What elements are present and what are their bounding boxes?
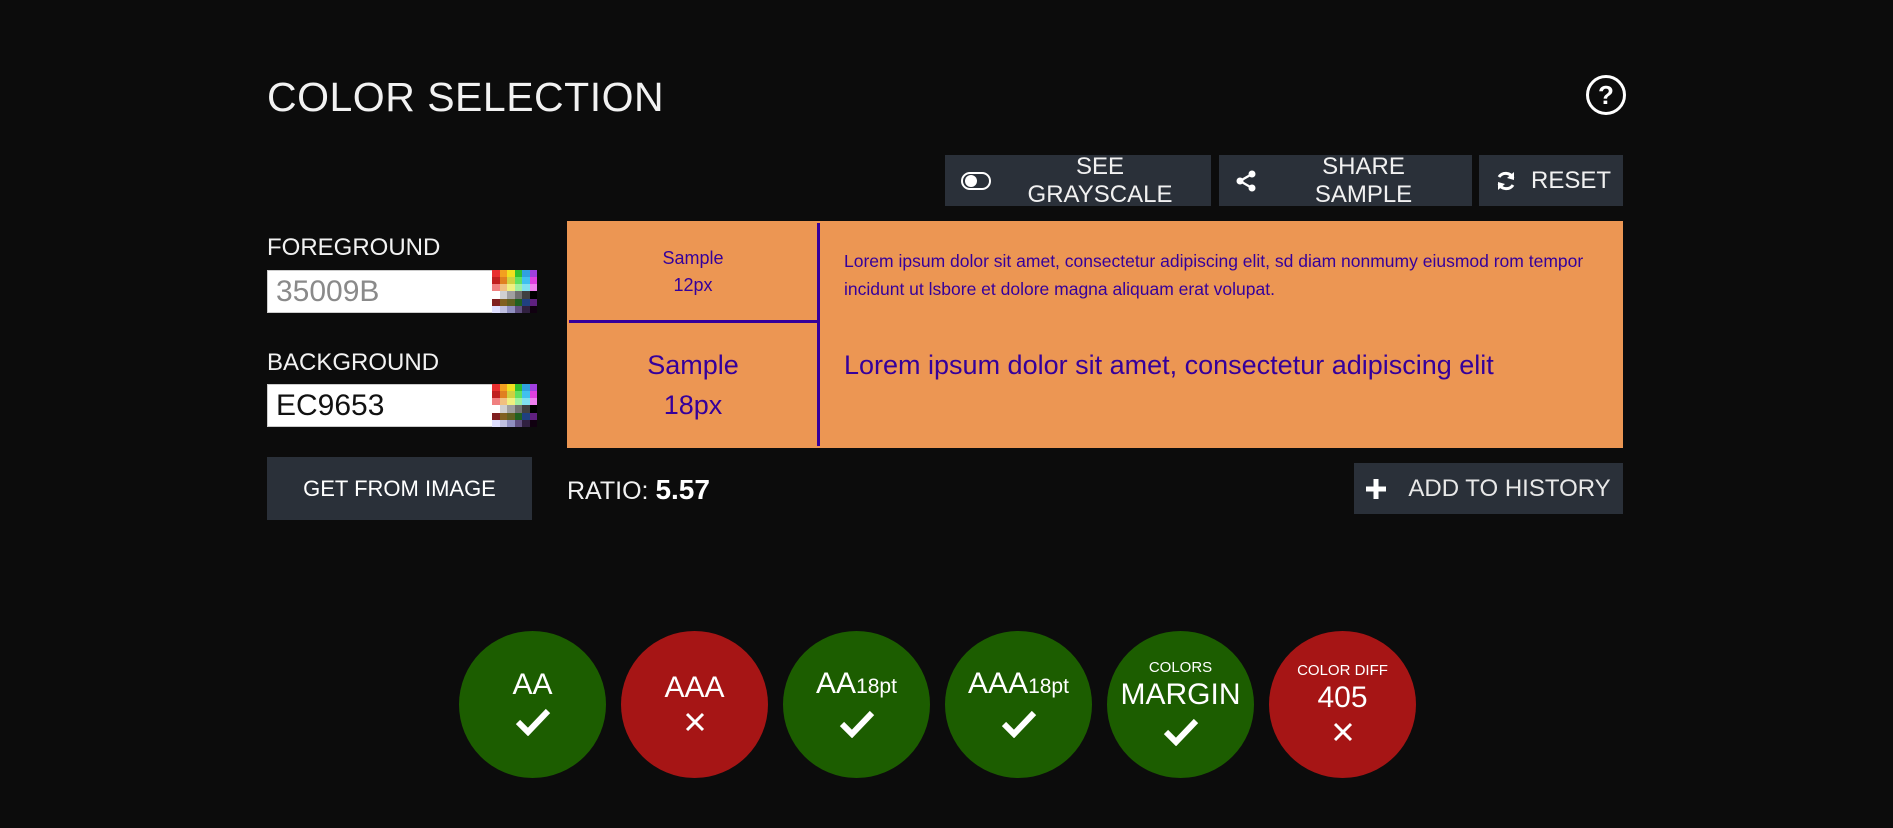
result-badge-title-text: 405 xyxy=(1317,680,1368,714)
foreground-input[interactable] xyxy=(267,270,493,313)
result-badge: AAA18pt xyxy=(945,631,1092,778)
result-badge-title-text: MARGIN xyxy=(1120,677,1241,711)
result-badge-title: MARGIN xyxy=(1121,678,1241,712)
sample-small-label-line2: 12px xyxy=(673,274,713,295)
question-circle-icon[interactable]: ? xyxy=(1586,75,1626,115)
background-palette-icon[interactable] xyxy=(492,384,537,427)
sample-small-label: Sample 12px xyxy=(569,223,820,323)
check-icon xyxy=(839,710,875,743)
sample-small-label-line1: Sample xyxy=(662,247,724,268)
background-input[interactable] xyxy=(267,384,493,427)
result-badge: AA18pt xyxy=(783,631,930,778)
cross-icon xyxy=(1332,721,1354,748)
sample-large-text: Lorem ipsum dolor sit amet, consectetur … xyxy=(844,350,1494,380)
result-badge-title-text: AA xyxy=(512,668,553,701)
result-badge-title-text: AA xyxy=(816,666,857,700)
foreground-palette-icon[interactable] xyxy=(492,270,537,313)
result-badge-title: AAA18pt xyxy=(968,667,1069,704)
check-icon xyxy=(1163,718,1199,751)
reset-label: RESET xyxy=(1531,166,1612,194)
result-badge-size: 18pt xyxy=(856,674,897,698)
foreground-label: FOREGROUND xyxy=(267,234,441,261)
share-sample-label: SHARE SAMPLE xyxy=(1314,152,1413,208)
see-grayscale-label: SEE GRAYSCALE xyxy=(1027,152,1173,208)
share-sample-button[interactable]: SHARE SAMPLE xyxy=(1219,152,1472,208)
sample-large-label-line2: 18px xyxy=(663,389,723,420)
ratio-value: 5.57 xyxy=(655,474,710,505)
refresh-icon xyxy=(1495,170,1517,192)
result-badge-title: AA xyxy=(512,668,552,702)
sample-large-label-line1: Sample xyxy=(647,349,739,380)
add-to-history-button[interactable]: ADD TO HISTORY xyxy=(1354,463,1623,514)
result-badge-caption: COLORS xyxy=(1148,658,1213,676)
sample-preview: Sample 12px Lorem ipsum dolor sit amet, … xyxy=(567,221,1623,448)
result-badge: AAA xyxy=(621,631,768,778)
cross-icon xyxy=(684,711,706,738)
add-to-history-label: ADD TO HISTORY xyxy=(1408,474,1611,502)
get-from-image-button[interactable]: GET FROM IMAGE xyxy=(267,457,532,520)
result-badge-title: AA18pt xyxy=(816,667,897,704)
result-badge-size: 18pt xyxy=(1028,674,1069,698)
background-label: BACKGROUND xyxy=(267,349,440,376)
result-badge-title: 405 xyxy=(1317,681,1367,715)
page-title: COLOR SELECTION xyxy=(267,74,665,120)
reset-button[interactable]: RESET xyxy=(1479,155,1623,206)
result-badge-title-text: AAA xyxy=(968,666,1029,700)
sample-small-text: Lorem ipsum dolor sit amet, consectetur … xyxy=(844,251,1584,299)
result-badge: COLOR DIFF 405 xyxy=(1269,631,1416,778)
sample-large-label: Sample 18px xyxy=(569,323,820,446)
ratio-display: RATIO: 5.57 xyxy=(567,474,710,506)
plus-icon xyxy=(1366,478,1387,499)
result-badge-title: AAA xyxy=(664,671,724,705)
ratio-label: RATIO: xyxy=(567,477,649,505)
result-badge: AA xyxy=(459,631,606,778)
result-badge: COLORS MARGIN xyxy=(1107,631,1254,778)
check-icon xyxy=(1001,710,1037,743)
toggle-icon xyxy=(961,171,991,190)
check-icon xyxy=(515,708,551,741)
result-badge-caption: COLOR DIFF xyxy=(1297,661,1388,679)
share-icon xyxy=(1235,170,1257,192)
see-grayscale-button[interactable]: SEE GRAYSCALE xyxy=(945,152,1211,208)
result-badge-title-text: AAA xyxy=(664,671,725,704)
